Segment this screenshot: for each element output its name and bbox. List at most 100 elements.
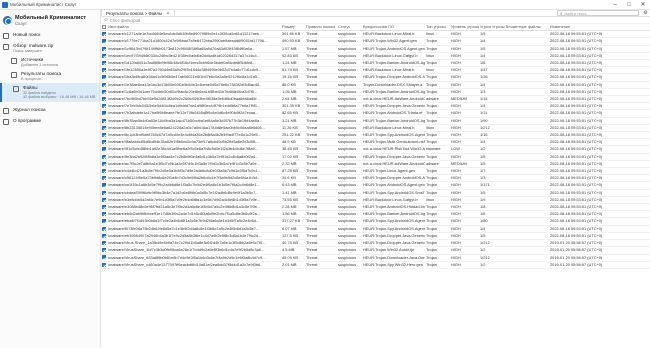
tab-search-results-files[interactable]: Результаты поиска > Файлы ✕: [101, 9, 175, 16]
size-cell: 52.83 KB: [281, 52, 305, 61]
table-row[interactable]: /malware/9f1d3cfe4f8bb1a92e38c4d1a9fbe6a…: [101, 145, 650, 154]
checkbox-checked-icon: [102, 82, 106, 87]
threat-type-cell: linux: [425, 196, 450, 205]
column-header[interactable]: Угрозы Вложенные файлы: [491, 24, 549, 32]
threat-level-cell: HIGH: [450, 246, 479, 255]
sidebar-item-sub: Поиск завершен: [13, 48, 42, 53]
table-row[interactable]: /malware/9fa8ab6c85d6bd94b35a82b7f8b0ed2…: [101, 138, 650, 147]
column-header[interactable]: Уровень угрозы: [450, 24, 479, 32]
threat-type-cell: linux: [425, 30, 450, 39]
modified-cell: 2022-08-18 09:53:51 (UTC+0): [549, 124, 650, 133]
threats-cell: 1/16: [479, 131, 491, 140]
rule-cell: Threat: [305, 254, 337, 262]
table-row[interactable]: /malware/1ec97f39498f0330c26fbc5e421f35e…: [101, 52, 650, 61]
column-header[interactable]: Тип угрозы: [425, 24, 450, 32]
file-name-cell: /malware/7b3abdefe1a17ba5f6b8eaee7fe12e7…: [107, 109, 281, 118]
table-row[interactable]: /malware/c1779e771ba21d1800c42d7e5f6bad7…: [101, 37, 650, 46]
table-row[interactable]: /malware/Virus.Share_1a3fb49e4b9a74e7c2f…: [101, 239, 650, 248]
malware-cell: HEUR:Trojan-Banker.AndroidOS.Agent: [362, 210, 425, 219]
threat-level-cell: HIGH: [450, 254, 479, 262]
threat-level-cell: HIGH: [450, 81, 479, 89]
table-row[interactable]: /malware/c98124f5e0a73b9d8c6e2f1a4b7d3c9…: [101, 174, 650, 183]
sidebar-item-new-search[interactable]: Новый поиск: [0, 30, 100, 41]
size-cell: 82.65 KB: [281, 109, 305, 118]
table-row[interactable]: /malware/1d12fa8051c3ad5f5b9fb96b48c6f16…: [101, 59, 650, 68]
sidebar-item-overview[interactable]: Обзор: malware.zip Поиск завершен: [0, 41, 100, 55]
checkbox-checked-icon: [102, 205, 106, 210]
status-cell: suspicious: [337, 153, 362, 161]
column-header[interactable]: Статус: [337, 24, 362, 32]
table-row[interactable]: /malware/8b35ab5b4d0a53e11fc5ba3a1acd71b…: [101, 117, 650, 125]
sidebar-item-files[interactable]: Файлы 32 файла найдено 32 файла выбрано …: [0, 83, 100, 102]
threat-level-cell: HIGH: [450, 117, 479, 125]
rule-cell: Threat: [305, 145, 337, 154]
threats-cell: 1/5: [479, 153, 491, 161]
search-icon: ⌕: [560, 10, 563, 16]
table-row[interactable]: /malware/1fe12850a3e8f7a3760d4e85a9c29f3…: [101, 66, 650, 75]
column-header[interactable]: Правило поиска: [305, 24, 337, 32]
threat-type-cell: Trojan: [425, 45, 450, 53]
column-header[interactable]: Вредоносная ПО: [362, 24, 425, 32]
threats-cell: 1/90: [479, 117, 491, 125]
table-row[interactable]: /malware/8c1cb3bd9de8780c67d7a9cd0e4e4c8…: [101, 131, 650, 140]
close-tab-icon[interactable]: ✕: [166, 10, 170, 17]
table-row[interactable]: /malware/7bc9f6bd7bb93e5d26813f2d9b2c260…: [101, 95, 650, 104]
table-row[interactable]: /malware/VirusShare_633a8f9b0b81e8b7d4c9…: [101, 254, 650, 262]
table-row[interactable]: /malware/9e3ba2b92f8f9dfa1e5f3ad4e7c2b8b…: [101, 153, 650, 161]
table-row[interactable]: /malware/VirusShare_1bf7c3b3d0fb95ca6a26…: [101, 246, 650, 255]
sidebar-item-search-results[interactable]: Результаты поиска В процессе...: [0, 69, 100, 83]
table-row[interactable]: /malware/1ba3e6fca80f38a41c5f96b5e47ab06…: [101, 73, 650, 82]
table-row[interactable]: /malware/eb39584907a2946b4a3b1f7e9c2d5a8…: [101, 232, 650, 241]
column-header[interactable]: Изменение: [549, 24, 650, 32]
table-row[interactable]: /malware/f073fe06a75b24b62fe8d5a7c1e3b9f…: [101, 225, 650, 233]
table-row[interactable]: /malware/8b23135814e90bee8e8a624226a2a0c…: [101, 124, 650, 133]
table-row[interactable]: /malware/cbdeaf399f6dfc9ff5bc3b4e7a1d2c6…: [101, 189, 650, 197]
malware-cell: Trojan-Downloader.OSX.Shlayer.a: [362, 81, 425, 89]
status-cell: suspicious: [337, 174, 362, 183]
nested-threats-cell: [491, 117, 549, 125]
status-cell: suspicious: [337, 160, 362, 169]
table-row[interactable]: /malware/ac7f5c2e7d8b9a1e3f5d7c9b1a3e5f7…: [101, 160, 650, 169]
sidebar-item-about[interactable]: О программе: [0, 116, 100, 127]
file-name-cell: /malware/eba4f7f1893b0b6d1f7c9e2a4b6d8f1…: [107, 217, 281, 226]
threat-type-cell: riskware: [425, 145, 450, 154]
table-row[interactable]: /malware/7e7ec9dc0452b6e5d4f4c8ea1d9ddd7…: [101, 102, 650, 111]
threat-type-cell: Trojan: [425, 174, 450, 183]
threats-cell: 1/3: [479, 174, 491, 183]
maximize-button[interactable]: □: [622, 0, 636, 10]
table-row[interactable]: /malware/c1271a4e1e3cc6664e5ec8dc0db39b8…: [101, 30, 650, 39]
reset-filters-button[interactable]: Сбос фильтров: [110, 18, 141, 23]
modified-cell: 2022-08-18 09:53:51 (UTC+0): [549, 181, 650, 190]
table-row[interactable]: /malware/e3088b48c0e96f7bd21a5c3e7f9b2d4…: [101, 203, 650, 212]
sidebar-item-journal[interactable]: Журнал поиска: [0, 105, 100, 116]
table-row[interactable]: /malware/1c9643b4798149ff6b0173e812c9f00…: [101, 45, 650, 53]
file-name-cell: /malware/1ba3e6fca80f38a41c5f96b5e47ab06…: [107, 73, 281, 82]
size-cell: 8.07 MB: [281, 225, 305, 233]
sidebar-item-sources[interactable]: Источники Добавлен 1 источник: [0, 55, 100, 69]
size-cell: 48.9 KB: [281, 138, 305, 147]
table-row[interactable]: /malware/eba4f7f1893b0b6d1f7c9e2a4b6d8f1…: [101, 217, 650, 226]
title-bar: Мобильный Криминалист Скаут – □ ✕: [0, 0, 650, 10]
threat-type-cell: Trojan: [425, 131, 450, 140]
column-header[interactable]: Размер: [281, 24, 305, 32]
column-header[interactable]: Угрозы: [479, 24, 491, 32]
table-row[interactable]: /malware/7b3abdefe1a17ba5f6b8eaee7fe12e7…: [101, 109, 650, 118]
threat-type-cell: Trojan: [425, 246, 450, 255]
column-header[interactable]: Имя файла: [107, 24, 281, 32]
table-row[interactable]: /malware/eb6d2ab9f8bbce91e17d6b3f9c2a4e7…: [101, 210, 650, 219]
modified-cell: 2022-08-18 09:53:51 (UTC+0): [549, 145, 650, 154]
malware-cell: HEUR:Trojan.Multi.GenAutorunLnkFile.a: [362, 138, 425, 147]
settings-button[interactable]: ⚙: [641, 9, 650, 16]
table-row[interactable]: /malware/e3e8d4b5d2af4c7e9b1d3f5a7c9e2b4…: [101, 196, 650, 205]
table-row[interactable]: /malware/ca1f15c1a8b3d5e7f9c2a4b6d8e1f3a…: [101, 181, 650, 190]
malware-cell: HEUR:Trojan-Spy.AndroidOS.Agent: [362, 225, 425, 233]
sidebar: Мобильный Криминалист Скаут Новый поиск …: [0, 10, 101, 348]
minimize-button[interactable]: –: [608, 0, 622, 10]
table-row[interactable]: /malware/1c6a6b0d1cee75d4bfc50d01c9fac8c…: [101, 88, 650, 97]
table-row[interactable]: /malware/c4d4bd21a3b8e7f9c2d6e5a1b8f3c7d…: [101, 167, 650, 176]
status-cell: suspicious: [337, 117, 362, 125]
search-input[interactable]: ⌕ Найти текст...: [557, 10, 639, 16]
nested-threats-cell: [491, 189, 549, 197]
table-row[interactable]: /malware/1e38ae6ea43e1bc3d73b00e50f1b5b8…: [101, 81, 650, 89]
table-row[interactable]: /malware/VirusShare_c460a4e1377097ff6eac…: [101, 261, 650, 269]
